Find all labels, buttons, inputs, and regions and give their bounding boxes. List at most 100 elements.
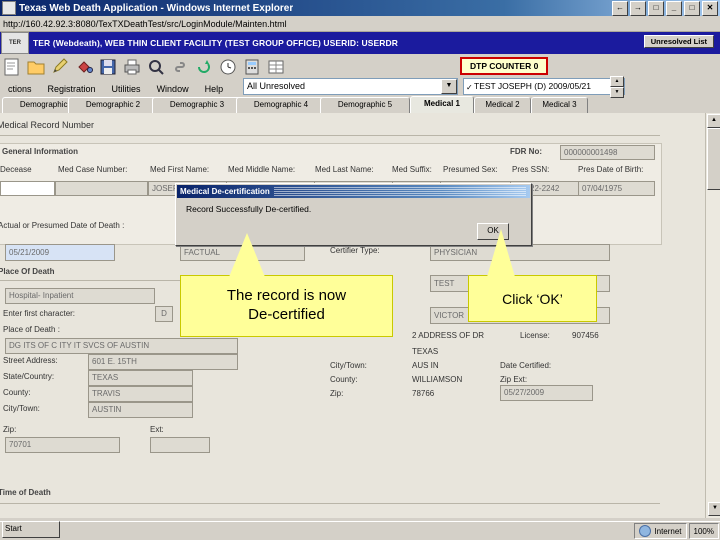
certifier-zip-ext-label: Zip Ext: [500, 375, 528, 384]
close-button[interactable]: ✕ [702, 1, 718, 16]
certifier-county-label: County: [330, 375, 358, 384]
record-filter-value: All Unresolved [247, 81, 306, 91]
date-of-death-field[interactable]: 05/21/2009 [5, 244, 115, 261]
zip-ext-field[interactable] [150, 437, 210, 453]
general-information-label: General Information [2, 147, 79, 156]
print-icon[interactable] [121, 56, 143, 78]
callout-record-decertified: The record is now De-certified [180, 233, 393, 337]
app-header: TER TER (Webdeath), WEB THIN CLIENT FACI… [0, 32, 720, 54]
spinner-up-icon[interactable]: ▲ [610, 76, 624, 87]
menu-help[interactable]: Help [197, 84, 232, 94]
menu-actions[interactable]: ctions [0, 84, 40, 94]
grid-icon[interactable] [265, 56, 287, 78]
place-of-death2-field[interactable]: DG ITS OF C ITY IT SVCS OF AUSTIN [5, 338, 238, 354]
address-url[interactable]: http://160.42.92.3:8080/TexTXDeathTest/s… [0, 19, 287, 29]
address-bar[interactable]: http://160.42.92.3:8080/TexTXDeathTest/s… [0, 16, 720, 32]
application-window: Texas Web Death Application - Windows In… [0, 0, 720, 540]
certifier-state-value: TEXAS [412, 347, 439, 356]
state-country-field[interactable]: TEXAS [88, 370, 193, 386]
menu-registration[interactable]: Registration [40, 84, 104, 94]
nav-back-button[interactable]: ← [612, 1, 628, 16]
enter-first-char-field[interactable]: D [155, 306, 173, 322]
save-icon[interactable] [97, 56, 119, 78]
street-address-label: Street Address: [3, 356, 58, 365]
paint-bucket-icon[interactable] [73, 56, 95, 78]
certifier-address-value: 2 ADDRESS OF DR [412, 331, 485, 340]
minimize-button[interactable]: _ [666, 1, 682, 16]
divider-3 [0, 503, 660, 504]
tab-demographic-5[interactable]: Demographic 5 [320, 97, 410, 113]
certifier-type-field[interactable]: PHYSICIAN [430, 244, 610, 261]
tab-medical-1[interactable]: Medical 1 [410, 96, 474, 113]
tab-demographic-3[interactable]: Demographic 3 [152, 97, 242, 113]
form-scrollbar[interactable]: ▲ ▼ [705, 113, 720, 518]
zone-label: Internet [654, 526, 682, 536]
tab-demographic-4[interactable]: Demographic 4 [236, 97, 326, 113]
refresh-icon[interactable] [193, 56, 215, 78]
dialog-titlebar: Medical De-certification [177, 185, 530, 198]
zip-ext-label: Ext: [150, 425, 164, 434]
window-buttons: ← → □ _ □ ✕ [612, 1, 718, 16]
callout-right-text: Click ‘OK’ [502, 290, 563, 307]
restore-small-button[interactable]: □ [648, 1, 664, 16]
dialog-message: Record Successfully De-certified. [186, 204, 312, 214]
zip-field[interactable]: 70701 [5, 437, 120, 453]
menu-window[interactable]: Window [149, 84, 197, 94]
street-address-field[interactable]: 601 E. 15TH [88, 354, 238, 370]
status-bar: Start Internet 100% [0, 521, 720, 540]
nav-forward-button[interactable]: → [630, 1, 646, 16]
record-filter-select[interactable]: All Unresolved ▼ [243, 78, 458, 95]
link-icon[interactable] [169, 56, 191, 78]
county-label: County: [3, 388, 31, 397]
tab-medical-2[interactable]: Medical 2 [474, 97, 531, 113]
pres-dob-field[interactable]: 07/04/1975 [578, 181, 655, 196]
unresolved-list-button[interactable]: Unresolved List [643, 35, 714, 48]
menu-utilities[interactable]: Utilities [104, 84, 149, 94]
place-of-death2-label: Place of Death : [3, 325, 60, 334]
deceased-field[interactable] [0, 181, 55, 196]
date-certified-field[interactable]: 05/27/2009 [500, 385, 593, 401]
zoom-level[interactable]: 100% [688, 523, 719, 539]
divider-1 [0, 135, 660, 136]
calculator-icon[interactable] [241, 56, 263, 78]
globe-icon [639, 525, 652, 537]
dtp-counter-badge: DTP COUNTER 0 [460, 57, 549, 75]
tab-strip: Demographic 1 Demographic 2 Demographic … [0, 96, 720, 113]
window-titlebar: Texas Web Death Application - Windows In… [0, 0, 720, 16]
county-field[interactable]: TRAVIS [88, 386, 193, 402]
fdr-no-label: FDR No: [510, 147, 542, 156]
city-town-field[interactable]: AUSTIN [88, 402, 193, 418]
pencil-icon[interactable] [49, 56, 71, 78]
callout-left-line1: The record is now [226, 287, 347, 305]
scroll-down-icon[interactable]: ▼ [708, 502, 720, 516]
certifier-type-label: Certifier Type: [330, 246, 380, 255]
start-button[interactable]: Start [2, 521, 60, 538]
open-folder-icon[interactable] [25, 56, 47, 78]
license-label: License: [520, 331, 550, 340]
callout-right-tail [487, 229, 515, 277]
callout-left-tail [229, 233, 265, 277]
record-spinner[interactable]: ▲ ▼ [610, 76, 624, 98]
new-document-icon[interactable] [1, 56, 23, 78]
certifier-city-value: AUS IN [412, 361, 439, 370]
app-logo: TER [1, 32, 29, 54]
search-icon[interactable] [145, 56, 167, 78]
med-first-name-label: Med First Name: [150, 165, 210, 174]
certifier-zip-label: Zip: [330, 389, 344, 398]
certifier-zip-value: 78766 [412, 389, 435, 398]
scrollbar-thumb[interactable] [707, 128, 720, 190]
chevron-down-icon[interactable]: ▼ [441, 79, 457, 94]
tab-medical-3[interactable]: Medical 3 [531, 97, 588, 113]
med-suffix-label: Med Suffix: [392, 165, 432, 174]
clock-icon[interactable] [217, 56, 239, 78]
patient-select[interactable]: ✓ TEST JOSEPH (D) 2009/05/21 [463, 78, 625, 95]
record-number-label: Medical Record Number [0, 120, 95, 130]
med-case-number-label: Med Case Number: [58, 165, 128, 174]
maximize-button[interactable]: □ [684, 1, 700, 16]
certifier-city-label: City/Town: [330, 361, 367, 370]
place-of-death-type-field[interactable]: Hospital- Inpatient [5, 288, 155, 304]
scroll-up-icon[interactable]: ▲ [707, 114, 720, 128]
tab-demographic-2[interactable]: Demographic 2 [68, 97, 158, 113]
med-case-number-field[interactable] [55, 181, 148, 196]
app-header-title: TER (Webdeath), WEB THIN CLIENT FACILITY… [33, 38, 398, 48]
